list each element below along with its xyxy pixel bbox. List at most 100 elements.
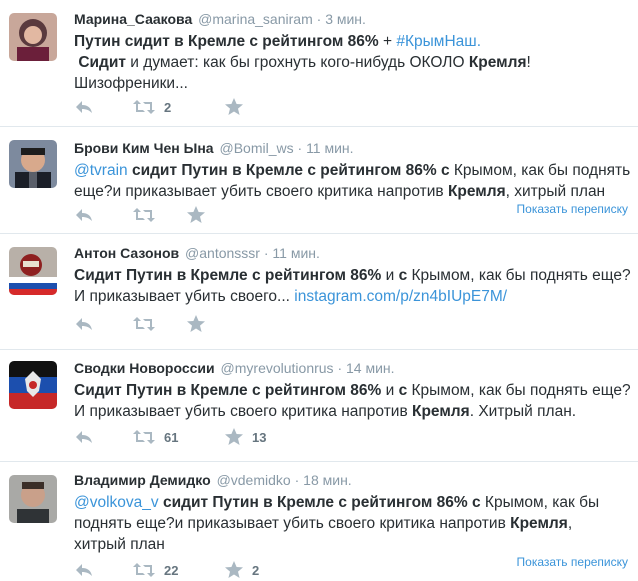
text-plain: Крымом, как бы поднять еще? — [407, 267, 631, 284]
mention-link[interactable]: @tvrain — [74, 162, 128, 179]
separator-dot: · — [263, 245, 269, 261]
star-icon — [224, 427, 244, 447]
text-plain: и думает: как бы грохнуть кого-нибудь ОК… — [126, 54, 469, 71]
tweet[interactable]: Марина_Саакова @marina_saniram · 3 мин. … — [0, 0, 638, 127]
reply-icon — [74, 429, 94, 445]
retweet-icon — [132, 207, 156, 223]
text-plain: еще?и приказывает убить своего критика н… — [74, 183, 448, 200]
text-plain: и — [381, 267, 399, 284]
mention-link[interactable]: @volkova_v — [74, 494, 159, 511]
text-plain: хитрый план — [74, 536, 165, 553]
user-handle[interactable]: @Bomil_ws — [219, 140, 293, 156]
tweet-actions: 22 2 — [74, 560, 259, 580]
user-handle[interactable]: @antonsssr — [185, 245, 260, 261]
tweet-header: Сводки Новороссии @myrevolutionrus · 14 … — [74, 359, 630, 377]
reply-button[interactable] — [74, 429, 132, 445]
user-handle[interactable]: @vdemidko — [217, 472, 291, 488]
retweet-count: 2 — [164, 99, 172, 115]
tweet-text: @tvrain сидит Путин в Кремле с рейтингом… — [74, 160, 630, 202]
user-fullname[interactable]: Сводки Новороссии — [74, 360, 215, 376]
favorite-button[interactable]: 2 — [224, 560, 259, 580]
text-plain: Шизофреники... — [74, 75, 188, 92]
tweet[interactable]: Владимир Демидко @vdemidko · 18 мин. @vo… — [0, 462, 638, 581]
avatar[interactable] — [9, 361, 57, 409]
star-icon — [224, 560, 244, 580]
avatar[interactable] — [9, 247, 57, 295]
tweet-timestamp[interactable]: 14 мин. — [346, 360, 395, 376]
tweet-timestamp[interactable]: 11 мин. — [272, 245, 320, 261]
hashtag-link[interactable]: #КрымНаш. — [396, 33, 481, 50]
avatar[interactable] — [9, 475, 57, 523]
instagram-link[interactable]: instagram.com/p/zn4bIUpE7M/ — [294, 288, 507, 305]
tweet-text: Путин сидит в Кремле с рейтингом 86% + #… — [74, 31, 630, 94]
tweet[interactable]: Сводки Новороссии @myrevolutionrus · 14 … — [0, 350, 638, 462]
retweet-button[interactable]: 2 — [132, 99, 224, 115]
avatar[interactable] — [9, 140, 57, 188]
favorite-button[interactable] — [224, 97, 252, 117]
star-icon — [186, 314, 206, 334]
tweet-header: Брови Ким Чен Ына @Bomil_ws · 11 мин. — [74, 139, 630, 157]
user-fullname[interactable]: Антон Сазонов — [74, 245, 179, 261]
tweet-actions: 61 13 — [74, 427, 266, 447]
tweet-timestamp[interactable]: 18 мин. — [303, 472, 352, 488]
avatar[interactable] — [9, 13, 57, 61]
text-plain: Крымом, как бы поднять еще? — [407, 382, 631, 399]
favorite-count: 2 — [252, 562, 260, 578]
tweet-timestamp[interactable]: 3 мин. — [325, 11, 366, 27]
text-bold: сидит Путин в Кремле с рейтингом 86% с — [158, 494, 481, 511]
favorite-button[interactable]: 13 — [224, 427, 266, 447]
text-bold: Кремля — [412, 403, 470, 420]
separator-dot: · — [294, 472, 300, 488]
user-handle[interactable]: @myrevolutionrus — [221, 360, 334, 376]
retweet-icon — [132, 99, 156, 115]
text-plain: + — [378, 33, 397, 50]
text-plain: И приказывает убить своего... — [74, 288, 295, 305]
retweet-button[interactable]: 61 — [132, 429, 224, 445]
tweet-text: Сидит Путин в Кремле с рейтингом 86% и с… — [74, 265, 631, 307]
text-bold: Кремля — [447, 183, 506, 200]
reply-button[interactable] — [74, 316, 132, 332]
tweet-actions — [74, 205, 214, 225]
retweet-count: 61 — [164, 429, 179, 445]
reply-button[interactable] — [74, 99, 132, 115]
retweet-button[interactable] — [132, 316, 186, 332]
text-plain: , хитрый план — [505, 183, 606, 200]
show-conversation-link[interactable]: Показать переписку — [517, 555, 628, 569]
tweet[interactable]: Антон Сазонов @antonsssr · 11 мин. Сидит… — [0, 234, 638, 350]
tweet-header: Антон Сазонов @antonsssr · 11 мин. — [74, 244, 630, 262]
text-bold: Путин сидит в Кремле с рейтингом 86% — [74, 33, 379, 50]
reply-button[interactable] — [74, 207, 132, 223]
retweet-button[interactable] — [132, 207, 186, 223]
text-plain: и — [381, 382, 399, 399]
user-fullname[interactable]: Брови Ким Чен Ына — [74, 140, 214, 156]
favorite-button[interactable] — [186, 205, 214, 225]
user-fullname[interactable]: Владимир Демидко — [74, 472, 211, 488]
tweet-timestamp[interactable]: 11 мин. — [306, 140, 354, 156]
text-bold: Сидит Путин в Кремле с рейтингом 86% — [74, 267, 382, 284]
separator-dot: · — [316, 11, 322, 27]
text-plain: Крымом, как бы — [480, 494, 600, 511]
user-fullname[interactable]: Марина_Саакова — [74, 11, 192, 27]
retweet-count: 22 — [164, 562, 179, 578]
reply-icon — [74, 562, 94, 578]
separator-dot: · — [297, 140, 303, 156]
text-bold: Сидит Путин в Кремле с рейтингом 86% — [74, 382, 382, 399]
tweet-header: Марина_Саакова @marina_saniram · 3 мин. — [74, 10, 630, 28]
retweet-button[interactable]: 22 — [132, 562, 224, 578]
text-plain: Крымом, как бы поднять — [449, 162, 631, 179]
tweet-actions: 2 — [74, 97, 252, 117]
user-handle[interactable]: @marina_saniram — [198, 11, 313, 27]
tweet[interactable]: Брови Ким Чен Ына @Bomil_ws · 11 мин. @t… — [0, 127, 638, 234]
text-plain: . Хитрый план. — [469, 403, 577, 420]
reply-button[interactable] — [74, 562, 132, 578]
tweet-feed: Марина_Саакова @marina_saniram · 3 мин. … — [0, 0, 638, 581]
retweet-icon — [132, 316, 156, 332]
retweet-icon — [132, 562, 156, 578]
show-conversation-link[interactable]: Показать переписку — [517, 202, 628, 216]
favorite-button[interactable] — [186, 314, 214, 334]
text-bold: Кремля — [468, 54, 527, 71]
favorite-count: 13 — [252, 429, 267, 445]
tweet-header: Владимир Демидко @vdemidko · 18 мин. — [74, 471, 630, 489]
tweet-actions — [74, 314, 214, 334]
text-bold: Кремля — [510, 515, 568, 532]
